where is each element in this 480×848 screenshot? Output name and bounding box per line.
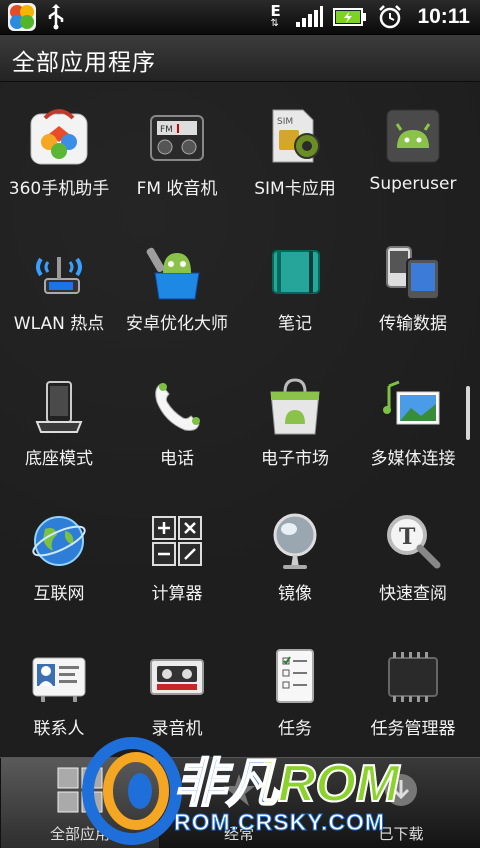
app-media-connect[interactable]: 多媒体连接 — [354, 352, 472, 487]
page-title: 全部应用程序 — [12, 50, 156, 76]
tasks-icon — [263, 644, 327, 708]
app-notes[interactable]: 笔记 — [236, 217, 354, 352]
android-optimizer-icon — [145, 239, 209, 303]
app-label: 任务 — [278, 719, 312, 739]
app-label: 底座模式 — [25, 449, 93, 469]
app-superuser[interactable]: Superuser — [354, 82, 472, 217]
calculator-icon — [145, 509, 209, 573]
superuser-android-icon — [381, 104, 445, 168]
svg-text:SIM: SIM — [277, 117, 293, 127]
android-market-icon — [263, 374, 327, 438]
app-label: 快速查阅 — [379, 584, 447, 604]
fm-radio-icon: FM — [145, 104, 209, 168]
mirror-icon — [263, 509, 327, 573]
crsky-logo-icon — [82, 737, 182, 845]
watermark-url: ROM.CRSKY.COM — [173, 809, 386, 836]
app-360-assistant[interactable]: 360手机助手 — [0, 82, 118, 217]
app-transfer-data[interactable]: 传输数据 — [354, 217, 472, 352]
app-label: 联系人 — [33, 719, 85, 739]
battery-charging-icon — [333, 8, 367, 26]
task-manager-icon — [381, 644, 445, 708]
transfer-data-icon — [381, 239, 445, 303]
title-bar: 全部应用程序 — [0, 35, 480, 82]
app-label: 多媒体连接 — [370, 449, 456, 469]
usb-icon — [48, 4, 64, 30]
360-assistant-icon — [27, 104, 91, 168]
app-label: 电话 — [160, 449, 194, 469]
svg-text:FM: FM — [160, 125, 173, 135]
app-dock-mode[interactable]: 底座模式 — [0, 352, 118, 487]
app-fm-radio[interactable]: FM FM 收音机 — [118, 82, 236, 217]
app-label: 录音机 — [151, 719, 203, 739]
app-mirror[interactable]: 镜像 — [236, 487, 354, 622]
quick-lookup-icon: T — [381, 509, 445, 573]
app-calculator[interactable]: 计算器 — [118, 487, 236, 622]
notebook-icon — [263, 239, 327, 303]
wlan-hotspot-icon — [27, 239, 91, 303]
app-notification-icon[interactable] — [8, 3, 36, 31]
app-grid: 360手机助手 FM FM 收音机 SIM SIM卡应用 Superuser W… — [0, 82, 480, 757]
app-label: Superuser — [369, 174, 457, 194]
svg-text:T: T — [399, 524, 416, 550]
status-bar: E ⇅ 10:11 — [0, 0, 480, 35]
app-label: SIM卡应用 — [254, 179, 336, 199]
app-label: FM 收音机 — [136, 179, 218, 199]
app-label: 笔记 — [278, 314, 312, 334]
app-label: 电子市场 — [261, 449, 329, 469]
app-label: 安卓优化大师 — [126, 314, 228, 334]
phone-icon — [145, 374, 209, 438]
contacts-icon — [27, 644, 91, 708]
app-quick-lookup[interactable]: T 快速查阅 — [354, 487, 472, 622]
app-android-optimizer[interactable]: 安卓优化大师 — [118, 217, 236, 352]
scrollbar[interactable] — [466, 386, 470, 440]
app-sim-card[interactable]: SIM SIM卡应用 — [236, 82, 354, 217]
voice-recorder-icon — [145, 644, 209, 708]
app-wlan-hotspot[interactable]: WLAN 热点 — [0, 217, 118, 352]
sim-card-icon: SIM — [263, 104, 327, 168]
internet-globe-icon — [27, 509, 91, 573]
app-label: WLAN 热点 — [13, 314, 105, 334]
app-label: 360手机助手 — [8, 179, 110, 199]
edge-data-icon: E ⇅ — [270, 2, 281, 29]
app-internet[interactable]: 互联网 — [0, 487, 118, 622]
watermark-brand: 非凡ROM — [173, 754, 400, 814]
app-market[interactable]: 电子市场 — [236, 352, 354, 487]
app-label: 互联网 — [33, 584, 85, 604]
media-connect-icon — [381, 374, 445, 438]
alarm-icon — [379, 5, 402, 29]
app-phone[interactable]: 电话 — [118, 352, 236, 487]
app-label: 任务管理器 — [370, 719, 456, 739]
app-label: 传输数据 — [379, 314, 447, 334]
app-label: 镜像 — [278, 584, 312, 604]
clock: 10:11 — [417, 5, 470, 28]
watermark: 非凡ROM ROM.CRSKY.COM — [82, 737, 412, 845]
dock-mode-icon — [27, 374, 91, 438]
signal-icon — [296, 6, 324, 27]
app-label: 计算器 — [151, 584, 203, 604]
